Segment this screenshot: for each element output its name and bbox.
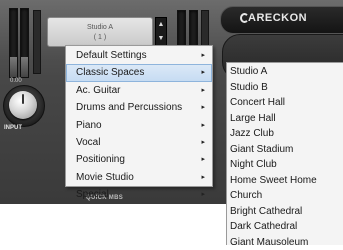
menu-item-classic-spaces[interactable]: Classic Spaces ▸ (66, 64, 212, 81)
submenu-item-dark-cathedral[interactable]: Dark Cathedral (227, 219, 343, 235)
menu-item-special[interactable]: Special ▸ (66, 186, 212, 203)
menu-item-ac-guitar[interactable]: Ac. Guitar ▸ (66, 82, 212, 99)
chevron-right-icon: ▸ (201, 47, 205, 64)
preset-name: Studio A (48, 23, 152, 33)
submenu-item-bright-cathedral[interactable]: Bright Cathedral (227, 204, 343, 220)
chevron-right-icon: ▸ (201, 117, 205, 134)
submenu-item-large-hall[interactable]: Large Hall (227, 111, 343, 127)
chevron-right-icon: ▸ (201, 99, 205, 116)
input-meter-right (20, 8, 29, 78)
menu-item-label: Positioning (76, 154, 125, 165)
submenu-item-home-sweet-home[interactable]: Home Sweet Home (227, 173, 343, 189)
chevron-right-icon: ▸ (201, 169, 205, 186)
submenu-item-jazz-club[interactable]: Jazz Club (227, 126, 343, 142)
menu-item-label: Movie Studio (76, 172, 134, 183)
input-meter-left (9, 8, 18, 78)
menu-item-label: Special (76, 189, 109, 200)
preset-index: ( 1 ) (48, 33, 152, 43)
menu-item-label: Drums and Percussions (76, 102, 182, 113)
menu-item-drums-and-percussions[interactable]: Drums and Percussions ▸ (66, 99, 212, 116)
menu-item-label: Default Settings (76, 50, 147, 61)
classic-spaces-submenu: Studio A Studio B Concert Hall Large Hal… (226, 62, 343, 245)
preset-category-menu: Default Settings ▸ Classic Spaces ▸ Ac. … (65, 45, 213, 187)
input-value: 0.00 (10, 78, 22, 84)
input-knob[interactable] (9, 91, 37, 119)
menu-item-positioning[interactable]: Positioning ▸ (66, 151, 212, 168)
submenu-item-church[interactable]: Church (227, 188, 343, 204)
menu-item-movie-studio[interactable]: Movie Studio ▸ (66, 169, 212, 186)
menu-item-label: Ac. Guitar (76, 85, 120, 96)
menu-item-vocal[interactable]: Vocal ▸ (66, 134, 212, 151)
chevron-right-icon: ▸ (201, 186, 205, 203)
chevron-right-icon: ▸ (201, 134, 205, 151)
input-slider-track[interactable] (33, 10, 41, 74)
submenu-item-giant-mausoleum[interactable]: Giant Mausoleum (227, 235, 343, 250)
menu-item-default-settings[interactable]: Default Settings ▸ (66, 47, 212, 64)
input-label: INPUT (4, 125, 22, 131)
preset-display[interactable]: Studio A ( 1 ) (47, 17, 153, 47)
submenu-item-concert-hall[interactable]: Concert Hall (227, 95, 343, 111)
chevron-right-icon: ▸ (201, 82, 205, 99)
preset-up-icon[interactable]: ▲ (156, 18, 166, 32)
menu-item-label: Piano (76, 120, 102, 131)
chevron-right-icon: ▸ (201, 64, 205, 81)
submenu-item-studio-b[interactable]: Studio B (227, 80, 343, 96)
submenu-item-giant-stadium[interactable]: Giant Stadium (227, 142, 343, 158)
chevron-right-icon: ▸ (201, 151, 205, 168)
submenu-item-studio-a[interactable]: Studio A (227, 64, 343, 80)
menu-item-label: Classic Spaces (76, 67, 144, 78)
submenu-item-night-club[interactable]: Night Club (227, 157, 343, 173)
menu-item-label: Vocal (76, 137, 100, 148)
menu-item-piano[interactable]: Piano ▸ (66, 117, 212, 134)
preset-down-icon[interactable]: ▼ (156, 32, 166, 46)
brand-logo: ARECKON (248, 12, 307, 24)
